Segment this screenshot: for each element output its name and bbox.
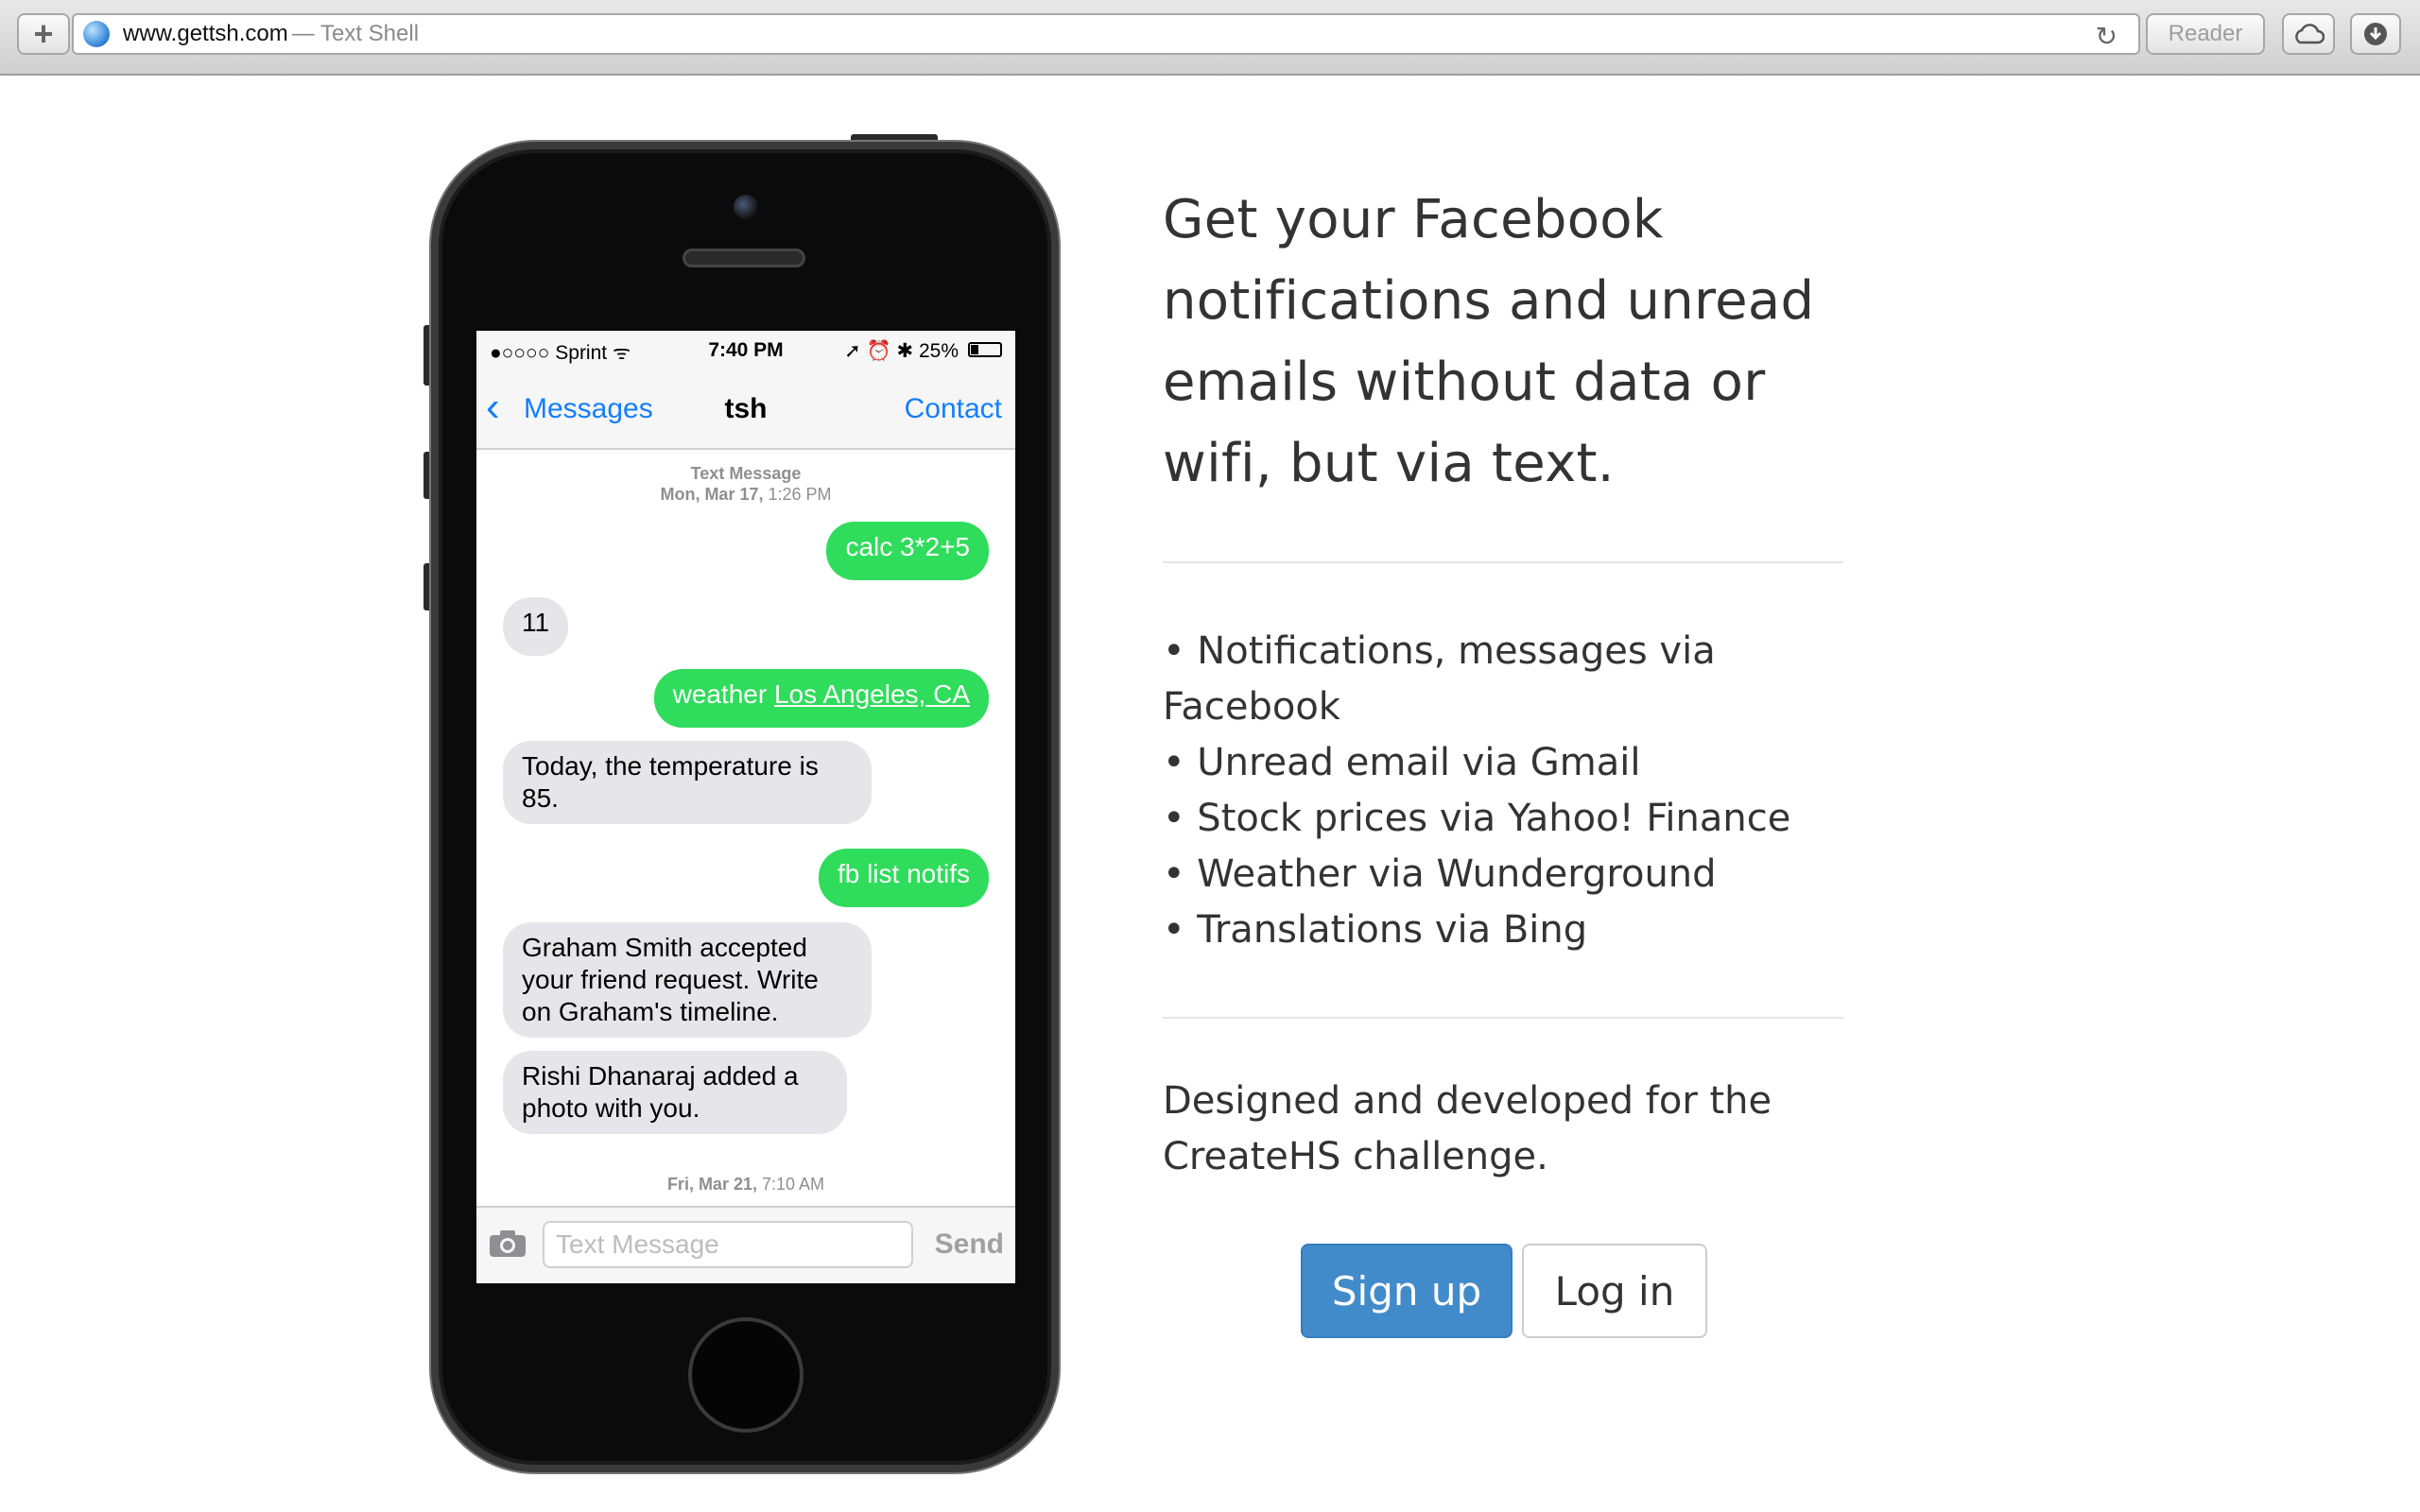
camera-icon[interactable] — [488, 1228, 527, 1259]
divider — [1163, 1017, 1843, 1019]
message-bubble-outgoing[interactable]: calc 3*2+5 — [826, 522, 989, 580]
globe-icon — [83, 21, 110, 47]
timestamp-time: 7:10 AM — [762, 1175, 825, 1194]
message-composer: Send — [476, 1206, 1015, 1283]
battery-icon — [968, 342, 1002, 357]
front-camera — [734, 195, 758, 219]
feature-item: • Unread email via Gmail — [1163, 741, 1641, 784]
address-bar[interactable]: www.gettsh.com — Text Shell ↻ — [72, 13, 2140, 55]
feature-item: • Translations via Bing — [1163, 908, 1588, 952]
contact-button[interactable]: Contact — [905, 393, 1002, 425]
timestamp-header: Text Message Mon, Mar 17, 1:26 PM — [476, 463, 1015, 505]
timestamp-date: Fri, Mar 21, — [666, 1175, 757, 1194]
headline: Get your Facebook notifications and unre… — [1163, 189, 1815, 494]
auth-buttons: Sign up Log in — [1301, 1244, 1707, 1338]
timestamp-date: Mon, Mar 17, — [660, 485, 764, 504]
new-tab-button[interactable]: + — [17, 13, 70, 55]
home-button — [688, 1317, 804, 1433]
message-bubble-outgoing[interactable]: fb list notifs — [818, 849, 989, 907]
download-icon — [2364, 23, 2387, 45]
earpiece-speaker — [683, 249, 805, 267]
reader-button[interactable]: Reader — [2146, 13, 2265, 55]
messages-nav-bar: ‹ Messages tsh Contact — [476, 370, 1015, 450]
downloads-button[interactable] — [2350, 13, 2401, 55]
log-in-button[interactable]: Log in — [1522, 1244, 1707, 1338]
message-bubble-incoming[interactable]: Rishi Dhanaraj added a photo with you. — [503, 1051, 847, 1134]
timestamp-header: Fri, Mar 21, 7:10 AM — [476, 1174, 1015, 1194]
message-bubble-outgoing[interactable]: weather Los Angeles, CA — [653, 669, 989, 728]
browser-toolbar: + www.gettsh.com — Text Shell ↻ Reader — [0, 0, 2420, 76]
credit-text: Designed and developed for the CreateHS … — [1163, 1079, 1772, 1178]
location-link[interactable]: Los Angeles, CA — [774, 679, 970, 709]
message-text: weather — [672, 679, 774, 709]
timestamp-time: 1:26 PM — [768, 485, 832, 504]
reload-icon[interactable]: ↻ — [2096, 21, 2118, 52]
url-text: www.gettsh.com — [123, 21, 288, 46]
message-bubble-incoming[interactable]: Graham Smith accepted your friend reques… — [503, 922, 872, 1038]
feature-item: • Notifications, messages via Facebook — [1163, 629, 1716, 729]
divider — [1163, 561, 1843, 563]
message-bubble-incoming[interactable]: 11 — [503, 597, 569, 656]
phone-screen: ●○○○○ Sprint ᯤ 7:40 PM ➚ ⏰ ✱ 25% ‹ Messa… — [476, 331, 1015, 1283]
status-bar: ●○○○○ Sprint ᯤ 7:40 PM ➚ ⏰ ✱ 25% — [476, 331, 1015, 370]
feature-item: • Weather via Wunderground — [1163, 852, 1717, 896]
send-button[interactable]: Send — [935, 1228, 1004, 1261]
page-title: — Text Shell — [291, 21, 420, 46]
sign-up-button[interactable]: Sign up — [1301, 1244, 1512, 1338]
text-message-input[interactable] — [543, 1221, 913, 1268]
feature-list: • Notifications, messages via Facebook •… — [1163, 624, 1843, 958]
hero-content: Get your Facebook notifications and unre… — [1163, 180, 1843, 1185]
battery-percent: ➚ ⏰ ✱ 25% — [844, 340, 959, 362]
feature-item: • Stock prices via Yahoo! Finance — [1163, 797, 1791, 840]
icloud-tabs-button[interactable] — [2282, 13, 2335, 55]
timestamp-label: Text Message — [690, 464, 802, 483]
message-bubble-incoming[interactable]: Today, the temperature is 85. — [503, 741, 872, 824]
cloud-icon — [2295, 24, 2325, 44]
